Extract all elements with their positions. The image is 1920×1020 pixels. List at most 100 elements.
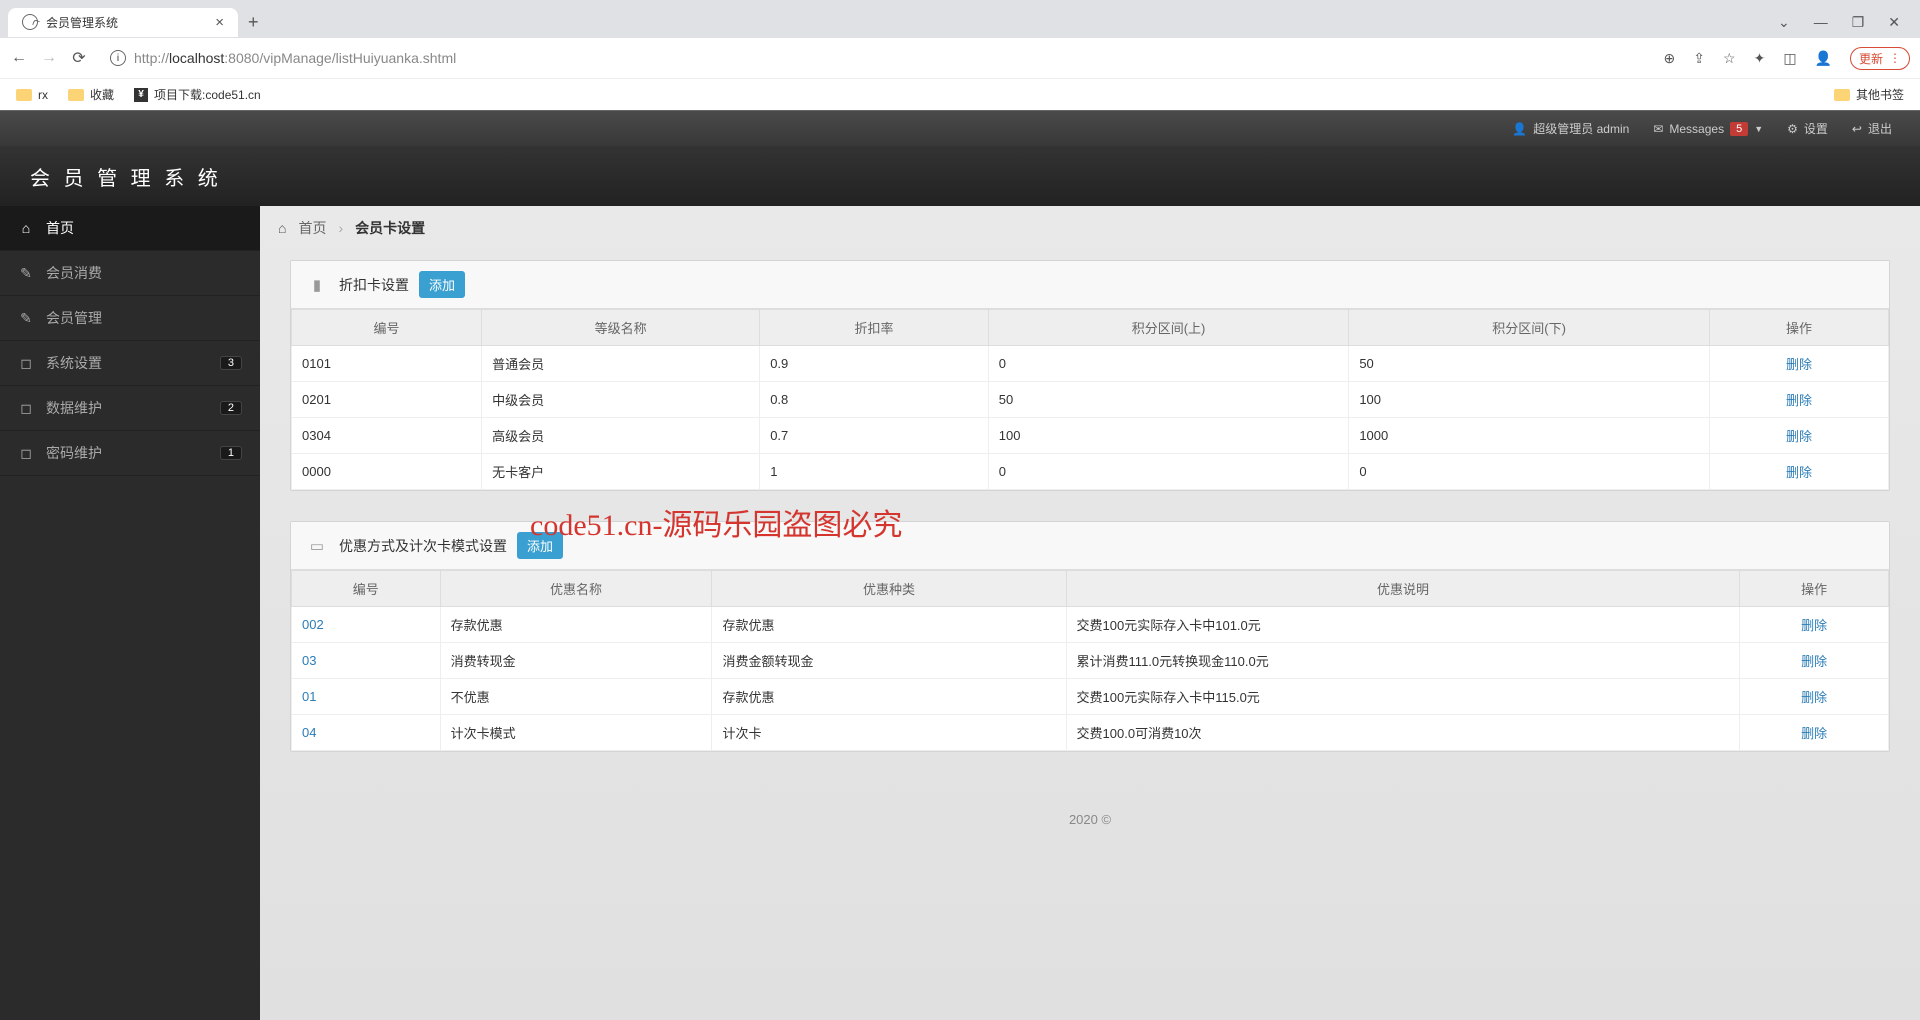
browser-chrome: 会员管理系统 × + ⌄ ― ❐ ✕ ← → ⟳ i http://localh… <box>0 0 1920 110</box>
sidebar-item[interactable]: ◻系统设置3 <box>0 341 260 386</box>
globe-icon <box>22 14 38 30</box>
bookmark-rx[interactable]: rx <box>16 88 48 102</box>
table-row: 03消费转现金消费金额转现金累计消费111.0元转换现金110.0元删除 <box>292 643 1889 679</box>
extensions-icon[interactable]: ✦ <box>1754 50 1766 67</box>
sidebar-item-label: 密码维护 <box>46 443 102 463</box>
window-controls: ⌄ ― ❐ ✕ <box>1778 14 1912 31</box>
panel-icon[interactable]: ◫ <box>1783 50 1796 67</box>
close-window-icon[interactable]: ✕ <box>1888 14 1900 31</box>
sidebar-item-label: 数据维护 <box>46 398 102 418</box>
cell-up: 50 <box>988 382 1349 418</box>
count-badge: 2 <box>220 401 242 415</box>
sidebar-item[interactable]: ✎ 会员消费 <box>0 251 260 296</box>
message-count-badge: 5 <box>1730 122 1748 136</box>
sidebar-item-label: 首页 <box>46 218 74 238</box>
panel-title: 折扣卡设置 <box>339 275 409 295</box>
bookmark-code51[interactable]: ¥项目下载:code51.cn <box>134 86 261 103</box>
column-header: 积分区间(下) <box>1349 310 1710 346</box>
cell-name: 高级会员 <box>482 418 760 454</box>
cell-type: 计次卡 <box>712 715 1066 751</box>
sidebar-item[interactable]: ⌂首页 <box>0 206 260 251</box>
delete-link[interactable]: 删除 <box>1801 618 1827 633</box>
mail-icon: ✉ <box>1653 122 1663 136</box>
nav-icon: ◻ <box>18 355 34 372</box>
settings-link[interactable]: ⚙设置 <box>1775 120 1840 137</box>
browser-tab[interactable]: 会员管理系统 × <box>8 8 238 37</box>
top-nav: 👤超级管理员 admin ✉Messages5▼ ⚙设置 ↩退出 <box>0 110 1920 146</box>
forward-button[interactable]: → <box>40 49 58 67</box>
logout-icon: ↩ <box>1852 122 1862 136</box>
column-header: 等级名称 <box>482 310 760 346</box>
promo-id-link[interactable]: 01 <box>302 689 316 704</box>
cell-rate: 0.9 <box>760 346 989 382</box>
maximize-icon[interactable]: ❐ <box>1852 14 1865 31</box>
dropdown-icon[interactable]: ⌄ <box>1778 14 1790 31</box>
tab-title: 会员管理系统 <box>46 14 118 31</box>
messages-menu[interactable]: ✉Messages5▼ <box>1641 122 1775 136</box>
sidebar-item[interactable]: ✎会员管理 <box>0 296 260 341</box>
sidebar-item[interactable]: ◻密码维护1 <box>0 431 260 476</box>
brand-bar: 会 员 管 理 系 统 <box>0 146 1920 206</box>
delete-link[interactable]: 删除 <box>1801 654 1827 669</box>
column-header: 编号 <box>292 310 482 346</box>
cell-type: 存款优惠 <box>712 607 1066 643</box>
promo-id-link[interactable]: 002 <box>302 617 324 632</box>
cell-id: 0304 <box>292 418 482 454</box>
update-button[interactable]: 更新⋮ <box>1850 47 1910 70</box>
column-header: 优惠种类 <box>712 571 1066 607</box>
table-row: 01不优惠存款优惠交费100元实际存入卡中115.0元删除 <box>292 679 1889 715</box>
cell-up: 100 <box>988 418 1349 454</box>
user-menu[interactable]: 👤超级管理员 admin <box>1500 120 1641 137</box>
star-icon[interactable]: ☆ <box>1723 50 1736 67</box>
table-row: 0201中级会员0.850100删除 <box>292 382 1889 418</box>
delete-link[interactable]: 删除 <box>1801 726 1827 741</box>
sidebar-item-label: 会员消费 <box>46 263 102 283</box>
delete-link[interactable]: 删除 <box>1786 393 1812 408</box>
bookmark-favorites[interactable]: 收藏 <box>68 86 114 103</box>
zoom-icon[interactable]: ⊕ <box>1664 50 1676 67</box>
breadcrumb-current: 会员卡设置 <box>355 218 425 238</box>
nav-icon: ✎ <box>18 265 34 282</box>
delete-link[interactable]: 删除 <box>1786 429 1812 444</box>
share-icon[interactable]: ⇪ <box>1693 50 1705 67</box>
caret-down-icon: ▼ <box>1754 124 1763 134</box>
sidebar: ⌂首页✎会员消费✎会员管理◻系统设置3◻数据维护2◻密码维护1 <box>0 206 260 1020</box>
cell-name: 中级会员 <box>482 382 760 418</box>
new-tab-button[interactable]: + <box>238 8 269 37</box>
cell-id: 0201 <box>292 382 482 418</box>
delete-link[interactable]: 删除 <box>1786 357 1812 372</box>
back-button[interactable]: ← <box>10 49 28 67</box>
table-row: 0000无卡客户100删除 <box>292 454 1889 490</box>
reload-button[interactable]: ⟳ <box>70 49 88 67</box>
sidebar-item[interactable]: ◻数据维护2 <box>0 386 260 431</box>
chevron-right-icon: › <box>338 220 343 236</box>
add-promo-button[interactable]: 添加 <box>517 532 563 559</box>
promo-id-link[interactable]: 03 <box>302 653 316 668</box>
column-header: 操作 <box>1709 310 1888 346</box>
cell-name: 无卡客户 <box>482 454 760 490</box>
logout-link[interactable]: ↩退出 <box>1840 120 1904 137</box>
table-row: 002存款优惠存款优惠交费100元实际存入卡中101.0元删除 <box>292 607 1889 643</box>
delete-link[interactable]: 删除 <box>1801 690 1827 705</box>
promo-id-link[interactable]: 04 <box>302 725 316 740</box>
info-icon[interactable]: i <box>110 50 126 66</box>
profile-icon[interactable]: 👤 <box>1815 50 1832 67</box>
table-row: 0101普通会员0.9050删除 <box>292 346 1889 382</box>
promo-table: 编号优惠名称优惠种类优惠说明操作 002存款优惠存款优惠交费100元实际存入卡中… <box>291 570 1889 751</box>
address-bar[interactable]: i http://localhost:8080/vipManage/listHu… <box>100 46 1652 70</box>
count-badge: 1 <box>220 446 242 460</box>
delete-link[interactable]: 删除 <box>1786 465 1812 480</box>
other-bookmarks[interactable]: 其他书签 <box>1834 86 1904 103</box>
breadcrumb-home[interactable]: 首页 <box>298 218 326 238</box>
column-header: 优惠说明 <box>1066 571 1740 607</box>
add-discount-button[interactable]: 添加 <box>419 271 465 298</box>
column-header: 编号 <box>292 571 441 607</box>
cell-rate: 0.7 <box>760 418 989 454</box>
sidebar-item-label: 系统设置 <box>46 353 102 373</box>
close-icon[interactable]: × <box>215 14 224 31</box>
minimize-icon[interactable]: ― <box>1814 14 1828 30</box>
cell-down: 100 <box>1349 382 1710 418</box>
breadcrumb: ⌂ 首页 › 会员卡设置 <box>260 206 1920 250</box>
column-header: 优惠名称 <box>440 571 712 607</box>
discount-table: 编号等级名称折扣率积分区间(上)积分区间(下)操作 0101普通会员0.9050… <box>291 309 1889 490</box>
